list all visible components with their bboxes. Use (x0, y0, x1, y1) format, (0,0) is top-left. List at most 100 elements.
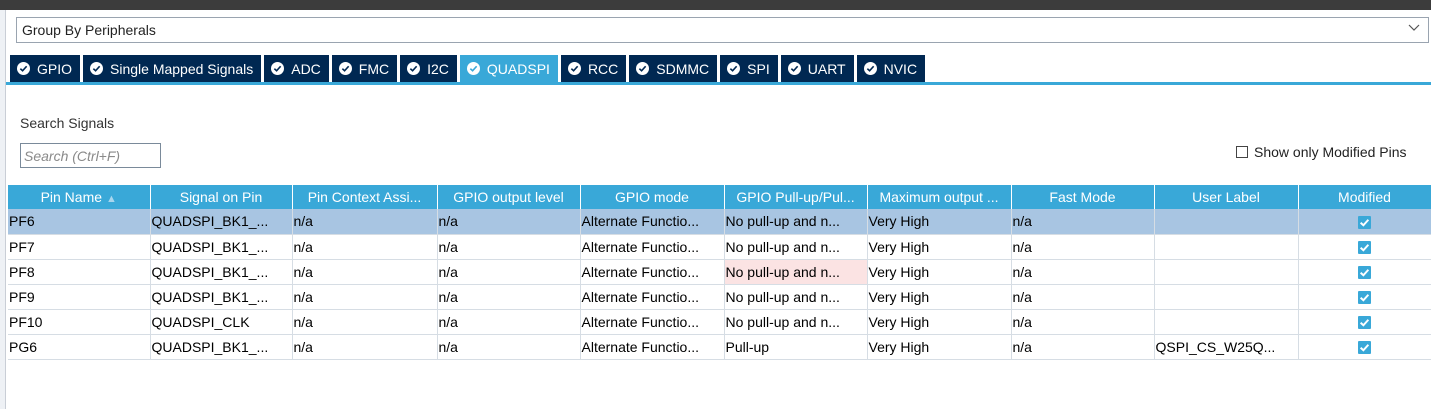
table-row[interactable]: PF9 QUADSPI_BK1_... n/a n/a Alternate Functi… (8, 284, 1431, 310)
table-cell[interactable]: n/a (292, 309, 438, 335)
table-cell[interactable]: No pull-up and n... (724, 284, 868, 310)
table-cell[interactable]: n/a (437, 334, 581, 360)
table-row[interactable]: PF6 QUADSPI_BK1_... n/a n/a Alternate Functi… (8, 209, 1431, 235)
tab-spi[interactable]: SPI (720, 55, 781, 82)
table-cell[interactable]: n/a (1011, 259, 1155, 285)
tab-i2c[interactable]: I2C (400, 55, 460, 82)
sort-arrow-icon[interactable]: ▲ (106, 193, 117, 205)
table-cell[interactable] (1154, 309, 1299, 335)
modified-cell[interactable] (1298, 259, 1431, 285)
table-cell[interactable]: Alternate Functio... (580, 334, 725, 360)
table-cell[interactable]: Alternate Functio... (580, 259, 725, 285)
tab-quadspi[interactable]: QUADSPI (459, 55, 561, 82)
table-cell[interactable]: n/a (292, 234, 438, 260)
table-cell[interactable]: QUADSPI_CLK (150, 309, 293, 335)
check-circle-icon (17, 62, 30, 75)
tab-gpio[interactable]: GPIO (10, 55, 84, 82)
table-cell[interactable]: PG6 (8, 334, 151, 360)
column-header[interactable]: Pin Context Assi... (292, 185, 438, 209)
tab-rcc[interactable]: RCC (560, 55, 630, 82)
modified-checkbox-icon[interactable] (1358, 341, 1371, 355)
column-header[interactable]: Fast Mode (1011, 185, 1155, 209)
table-row[interactable]: PF8 QUADSPI_BK1_... n/a n/a Alternate Functi… (8, 259, 1431, 285)
table-cell[interactable]: PF7 (8, 234, 151, 260)
table-cell[interactable]: n/a (437, 209, 581, 235)
tab-single-mapped-signals[interactable]: Single Mapped Signals (83, 55, 265, 82)
table-cell[interactable]: n/a (292, 334, 438, 360)
column-header[interactable]: Signal on Pin (150, 185, 293, 209)
table-cell[interactable]: QUADSPI_BK1_... (150, 334, 293, 360)
column-header-label: Modified (1338, 189, 1391, 205)
column-header[interactable]: Modified (1298, 185, 1431, 209)
tab-adc[interactable]: ADC (264, 55, 332, 82)
table-cell[interactable]: n/a (1011, 284, 1155, 310)
table-cell[interactable]: n/a (437, 309, 581, 335)
table-cell[interactable]: n/a (1011, 309, 1155, 335)
modified-cell[interactable] (1298, 209, 1431, 235)
modified-cell[interactable] (1298, 284, 1431, 310)
show-modified-checkbox[interactable]: Show only Modified Pins (1236, 144, 1407, 160)
modified-checkbox-icon[interactable] (1358, 241, 1371, 255)
table-cell[interactable]: Alternate Functio... (580, 209, 725, 235)
table-cell[interactable]: PF6 (8, 209, 151, 235)
modified-checkbox-icon[interactable] (1358, 291, 1371, 305)
table-cell[interactable]: n/a (292, 259, 438, 285)
table-cell[interactable]: PF8 (8, 259, 151, 285)
table-cell[interactable]: QUADSPI_BK1_... (150, 234, 293, 260)
modified-cell[interactable] (1298, 234, 1431, 260)
table-cell[interactable]: Alternate Functio... (580, 284, 725, 310)
table-cell[interactable] (1154, 284, 1299, 310)
column-header[interactable]: GPIO output level (437, 185, 581, 209)
table-cell[interactable] (1154, 259, 1299, 285)
tab-nvic[interactable]: NVIC (856, 55, 929, 82)
table-cell[interactable] (1154, 234, 1299, 260)
table-cell[interactable]: Very High (867, 284, 1012, 310)
table-cell[interactable]: Very High (867, 309, 1012, 335)
column-header[interactable]: User Label (1154, 185, 1299, 209)
table-row[interactable]: PF7 QUADSPI_BK1_... n/a n/a Alternate Functi… (8, 234, 1431, 260)
table-cell[interactable]: Very High (867, 234, 1012, 260)
table-cell[interactable]: QUADSPI_BK1_... (150, 259, 293, 285)
table-cell[interactable]: n/a (292, 284, 438, 310)
table-cell[interactable]: No pull-up and n... (724, 309, 868, 335)
table-cell[interactable]: n/a (437, 284, 581, 310)
table-cell[interactable]: Very High (867, 334, 1012, 360)
table-cell[interactable]: QSPI_CS_W25Q... (1154, 334, 1299, 360)
table-cell[interactable]: n/a (437, 234, 581, 260)
table-cell[interactable]: No pull-up and n... (724, 259, 868, 285)
table-cell[interactable]: Alternate Functio... (580, 234, 725, 260)
table-cell[interactable]: Very High (867, 209, 1012, 235)
table-row[interactable]: PF10 QUADSPI_CLK n/a n/a Alternate Functio..… (8, 309, 1431, 335)
checkbox-icon[interactable] (1236, 146, 1248, 158)
table-cell[interactable]: PF10 (8, 309, 151, 335)
table-cell[interactable]: Very High (867, 259, 1012, 285)
table-row[interactable]: PG6 QUADSPI_BK1_... n/a n/a Alternate Functi… (8, 334, 1431, 360)
table-cell[interactable]: Pull-up (724, 334, 868, 360)
column-header[interactable]: GPIO Pull-up/Pul... (724, 185, 868, 209)
table-cell[interactable] (1154, 209, 1299, 235)
column-header[interactable]: Maximum output ... (867, 185, 1012, 209)
table-cell[interactable]: No pull-up and n... (724, 209, 868, 235)
table-cell[interactable]: n/a (437, 259, 581, 285)
table-cell[interactable]: No pull-up and n... (724, 234, 868, 260)
column-header[interactable]: Pin Name ▲ (8, 185, 151, 209)
table-cell[interactable]: n/a (292, 209, 438, 235)
modified-cell[interactable] (1298, 334, 1431, 360)
modified-checkbox-icon[interactable] (1358, 316, 1371, 330)
table-cell[interactable]: n/a (1011, 334, 1155, 360)
group-by-dropdown[interactable]: Group By Peripherals (16, 17, 1429, 43)
modified-cell[interactable] (1298, 309, 1431, 335)
tab-uart[interactable]: UART (780, 55, 857, 82)
table-cell[interactable]: PF9 (8, 284, 151, 310)
tab-fmc[interactable]: FMC (331, 55, 401, 82)
modified-checkbox-icon[interactable] (1358, 266, 1371, 280)
modified-checkbox-icon[interactable] (1358, 216, 1371, 230)
search-input[interactable] (20, 143, 161, 168)
table-cell[interactable]: n/a (1011, 234, 1155, 260)
table-cell[interactable]: Alternate Functio... (580, 309, 725, 335)
table-cell[interactable]: QUADSPI_BK1_... (150, 209, 293, 235)
tab-sdmmc[interactable]: SDMMC (629, 55, 721, 82)
column-header[interactable]: GPIO mode (580, 185, 725, 209)
table-cell[interactable]: n/a (1011, 209, 1155, 235)
table-cell[interactable]: QUADSPI_BK1_... (150, 284, 293, 310)
